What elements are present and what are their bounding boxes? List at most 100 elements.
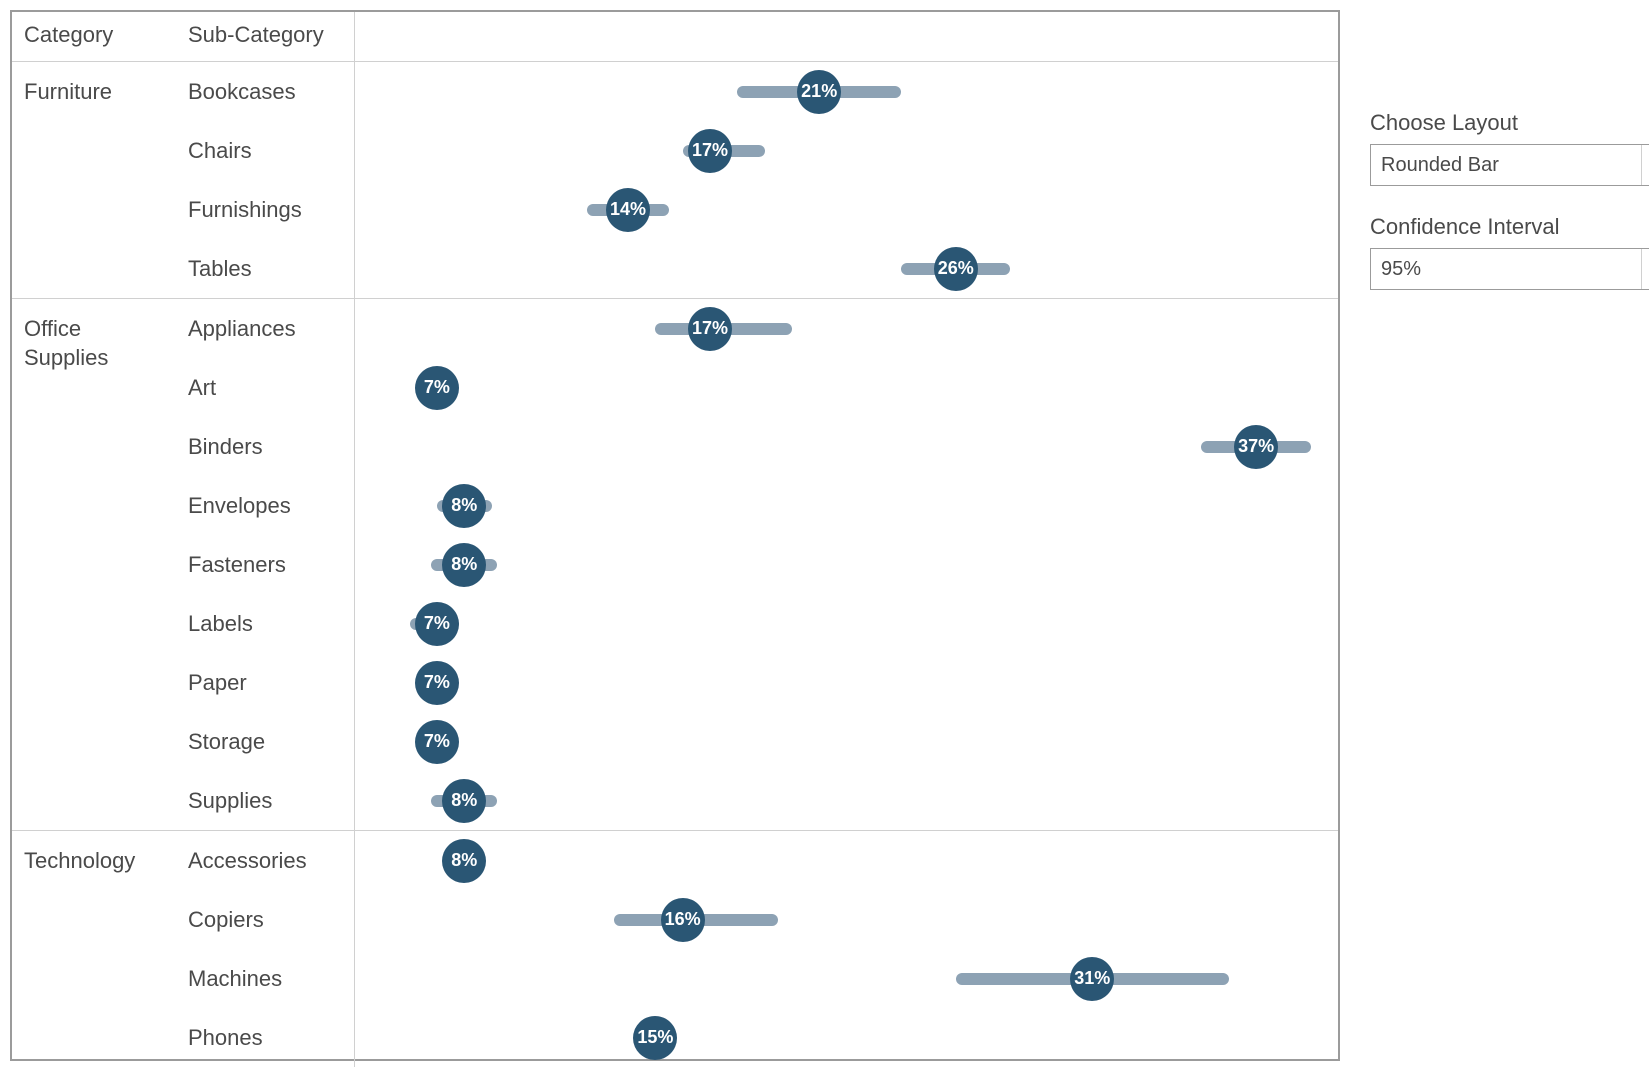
subcategory-label: Binders	[180, 417, 355, 476]
controls-panel: Choose Layout Rounded Bar Confidence Int…	[1340, 10, 1649, 1061]
subcategory-label: Machines	[180, 949, 355, 1008]
plot-cell: 7%	[355, 594, 1338, 653]
plot-cell: 21%	[355, 62, 1338, 121]
data-point-label: 21%	[801, 81, 837, 102]
subcategory-label: Supplies	[180, 771, 355, 830]
subcategory-label: Labels	[180, 594, 355, 653]
data-point-label: 15%	[637, 1027, 673, 1048]
ci-selector[interactable]: 95%	[1370, 248, 1649, 290]
layout-selector-value: Rounded Bar	[1381, 154, 1499, 177]
plot-cell: 16%	[355, 890, 1338, 949]
data-point[interactable]: 15%	[633, 1016, 677, 1060]
plot-cell: 8%	[355, 535, 1338, 594]
subcategory-row: Envelopes 8%	[180, 476, 1338, 535]
subcategory-label: Chairs	[180, 121, 355, 180]
category-block: FurnitureBookcases 21% Chairs 17% Furnishing…	[12, 62, 1338, 299]
category-block: OfficeSuppliesAppliances 17% Art 7% Binders 3…	[12, 299, 1338, 831]
data-point[interactable]: 26%	[934, 247, 978, 291]
plot-header-spacer	[355, 12, 1338, 61]
subcategory-label: Phones	[180, 1008, 355, 1067]
data-point[interactable]: 21%	[797, 70, 841, 114]
layout-selector[interactable]: Rounded Bar	[1370, 144, 1649, 186]
subcategory-label: Storage	[180, 712, 355, 771]
data-point[interactable]: 8%	[442, 779, 486, 823]
plot-cell: 37%	[355, 417, 1338, 476]
data-point[interactable]: 14%	[606, 188, 650, 232]
plot-cell: 31%	[355, 949, 1338, 1008]
subcategory-label: Envelopes	[180, 476, 355, 535]
subcategory-label: Appliances	[180, 299, 355, 358]
category-label: OfficeSupplies	[12, 299, 180, 830]
subcategory-label: Furnishings	[180, 180, 355, 239]
data-point-label: 17%	[692, 140, 728, 161]
data-point-label: 14%	[610, 199, 646, 220]
data-point[interactable]: 17%	[688, 307, 732, 351]
category-label: Furniture	[12, 62, 180, 298]
plot-cell: 7%	[355, 653, 1338, 712]
subcategory-row: Bookcases 21%	[180, 62, 1338, 121]
subcategory-header: Sub-Category	[180, 12, 355, 61]
plot-cell: 15%	[355, 1008, 1338, 1067]
subcategory-row: Fasteners 8%	[180, 535, 1338, 594]
data-point[interactable]: 16%	[661, 898, 705, 942]
data-point[interactable]: 7%	[415, 720, 459, 764]
subcategory-label: Accessories	[180, 831, 355, 890]
data-point-label: 7%	[424, 613, 450, 634]
ci-selector-label: Confidence Interval	[1370, 214, 1649, 240]
data-point[interactable]: 8%	[442, 839, 486, 883]
subcategory-label: Fasteners	[180, 535, 355, 594]
subcategory-row: Binders 37%	[180, 417, 1338, 476]
subcategory-label: Copiers	[180, 890, 355, 949]
data-point-label: 7%	[424, 731, 450, 752]
subcategory-label: Paper	[180, 653, 355, 712]
data-point[interactable]: 7%	[415, 602, 459, 646]
plot-cell: 17%	[355, 121, 1338, 180]
plot-cell: 14%	[355, 180, 1338, 239]
subcategory-label: Bookcases	[180, 62, 355, 121]
plot-cell: 8%	[355, 476, 1338, 535]
subcategory-row: Storage 7%	[180, 712, 1338, 771]
data-point-label: 16%	[665, 909, 701, 930]
data-point[interactable]: 8%	[442, 484, 486, 528]
subcategory-row: Art 7%	[180, 358, 1338, 417]
data-point-label: 31%	[1074, 968, 1110, 989]
data-point-label: 17%	[692, 318, 728, 339]
subcategory-row: Appliances 17%	[180, 299, 1338, 358]
ci-selector-value: 95%	[1381, 258, 1421, 281]
subcategory-label: Tables	[180, 239, 355, 298]
chart-header-row: Category Sub-Category	[12, 12, 1338, 62]
plot-cell: 7%	[355, 712, 1338, 771]
data-point[interactable]: 31%	[1070, 957, 1114, 1001]
subcategory-row: Supplies 8%	[180, 771, 1338, 830]
category-label: Technology	[12, 831, 180, 1067]
subcategory-row: Phones 15%	[180, 1008, 1338, 1067]
plot-cell: 8%	[355, 771, 1338, 830]
subcategory-row: Furnishings 14%	[180, 180, 1338, 239]
chevron-down-icon	[1641, 249, 1649, 289]
subcategory-label: Art	[180, 358, 355, 417]
category-block: TechnologyAccessories 8% Copiers 16% Machine…	[12, 831, 1338, 1067]
subcategory-row: Copiers 16%	[180, 890, 1338, 949]
category-header: Category	[12, 12, 180, 61]
plot-cell: 8%	[355, 831, 1338, 890]
subcategory-row: Chairs 17%	[180, 121, 1338, 180]
data-point-label: 8%	[451, 495, 477, 516]
data-point[interactable]: 7%	[415, 661, 459, 705]
data-point-label: 8%	[451, 790, 477, 811]
data-point[interactable]: 8%	[442, 543, 486, 587]
plot-cell: 17%	[355, 299, 1338, 358]
data-point[interactable]: 37%	[1234, 425, 1278, 469]
chevron-down-icon	[1641, 145, 1649, 185]
plot-cell: 7%	[355, 358, 1338, 417]
confidence-interval-chart: Category Sub-Category FurnitureBookcases…	[10, 10, 1340, 1061]
data-point[interactable]: 17%	[688, 129, 732, 173]
data-point-label: 7%	[424, 672, 450, 693]
layout-selector-label: Choose Layout	[1370, 110, 1649, 136]
data-point-label: 8%	[451, 554, 477, 575]
data-point[interactable]: 7%	[415, 366, 459, 410]
subcategory-row: Paper 7%	[180, 653, 1338, 712]
data-point-label: 26%	[938, 258, 974, 279]
data-point-label: 8%	[451, 850, 477, 871]
data-point-label: 37%	[1238, 436, 1274, 457]
subcategory-row: Tables 26%	[180, 239, 1338, 298]
